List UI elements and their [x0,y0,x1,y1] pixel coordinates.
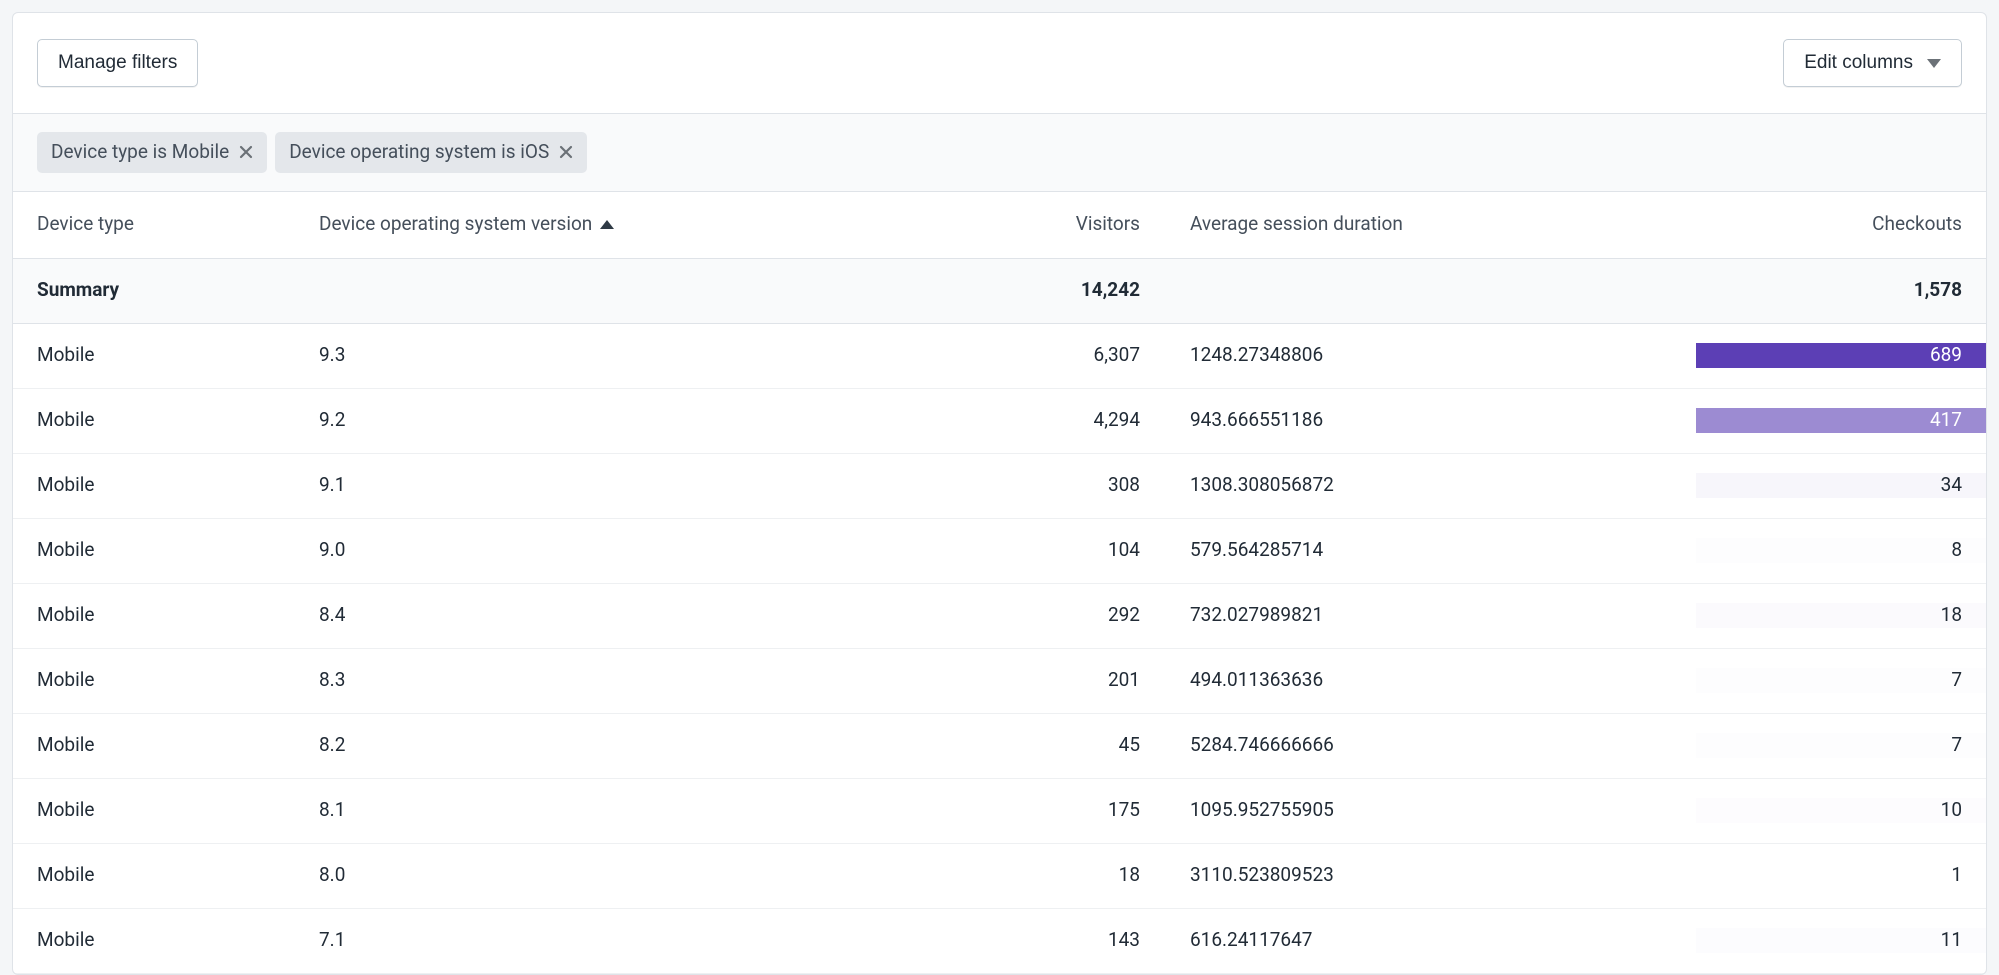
cell-device-type: Mobile [37,798,94,821]
heatmap-fill [1696,538,1986,563]
cell-checkouts: 8 [1951,538,1962,561]
cell-avg-duration: 1248.27348806 [1190,343,1323,366]
close-icon[interactable] [559,145,573,159]
button-label: Edit columns [1804,52,1913,74]
cell-checkouts: 11 [1941,928,1962,951]
cell-os-version: 9.0 [319,538,345,561]
summary-visitors: 14,242 [1081,278,1140,301]
report-card: Manage filters Edit columns Device type … [12,12,1987,975]
cell-device-type: Mobile [37,863,94,886]
column-header-label: Checkouts [1872,212,1962,237]
cell-os-version: 8.3 [319,668,345,691]
cell-visitors: 18 [1119,863,1140,886]
edit-columns-button[interactable]: Edit columns [1783,39,1962,87]
cell-os-version: 8.4 [319,603,345,626]
cell-checkouts: 7 [1951,733,1962,756]
heatmap-fill [1696,733,1986,758]
table-row[interactable]: Mobile 8.2 45 5284.746666666 7 [13,714,1986,779]
cell-visitors: 6,307 [1094,343,1140,366]
cell-device-type: Mobile [37,473,94,496]
column-header-label: Visitors [1076,212,1140,237]
cell-avg-duration: 494.011363636 [1190,668,1323,691]
cell-checkouts: 1 [1951,863,1962,886]
cell-device-type: Mobile [37,668,94,691]
cell-avg-duration: 579.564285714 [1190,538,1323,561]
table-row[interactable]: Mobile 8.3 201 494.011363636 7 [13,649,1986,714]
cell-visitors: 308 [1108,473,1140,496]
cell-avg-duration: 943.666551186 [1190,408,1323,431]
cell-device-type: Mobile [37,408,94,431]
table-row[interactable]: Mobile 9.2 4,294 943.666551186 417 [13,389,1986,454]
table-row[interactable]: Mobile 8.1 175 1095.952755905 10 [13,779,1986,844]
cell-checkouts: 10 [1941,798,1962,821]
table-row[interactable]: Mobile 9.0 104 579.564285714 8 [13,519,1986,584]
filter-chip[interactable]: Device operating system is iOS [275,132,587,173]
toolbar: Manage filters Edit columns [13,13,1986,114]
cell-device-type: Mobile [37,603,94,626]
column-header-visitors[interactable]: Visitors [992,212,1140,237]
cell-device-type: Mobile [37,733,94,756]
chevron-down-icon [1927,59,1941,68]
cell-avg-duration: 616.24117647 [1190,928,1312,951]
summary-label: Summary [37,278,119,301]
cell-avg-duration: 732.027989821 [1190,603,1323,626]
cell-checkouts: 18 [1941,603,1962,626]
cell-avg-duration: 5284.746666666 [1190,733,1334,756]
filter-chip[interactable]: Device type is Mobile [37,132,267,173]
cell-device-type: Mobile [37,538,94,561]
table-header-row: Device type Device operating system vers… [13,192,1986,259]
cell-avg-duration: 1095.952755905 [1190,798,1334,821]
cell-checkouts: 417 [1930,408,1962,431]
cell-visitors: 45 [1119,733,1140,756]
manage-filters-button[interactable]: Manage filters [37,39,198,87]
cell-checkouts: 34 [1941,473,1962,496]
heatmap-fill [1696,668,1986,693]
cell-avg-duration: 3110.523809523 [1190,863,1334,886]
column-header-label: Average session duration [1190,212,1403,237]
cell-visitors: 143 [1108,928,1140,951]
cell-os-version: 8.2 [319,733,345,756]
cell-visitors: 4,294 [1094,408,1140,431]
column-header-os-version[interactable]: Device operating system version [319,212,960,237]
column-header-checkouts[interactable]: Checkouts [1712,212,1962,237]
cell-visitors: 175 [1108,798,1140,821]
cell-os-version: 7.1 [319,928,345,951]
column-header-device-type[interactable]: Device type [37,212,287,237]
table-row[interactable]: Mobile 9.1 308 1308.308056872 34 [13,454,1986,519]
filter-chip-label: Device operating system is iOS [289,140,549,165]
column-header-label: Device operating system version [319,212,592,237]
cell-device-type: Mobile [37,343,94,366]
summary-checkouts: 1,578 [1914,278,1962,301]
cell-os-version: 9.1 [319,473,345,496]
close-icon[interactable] [239,145,253,159]
cell-os-version: 8.1 [319,798,345,821]
cell-device-type: Mobile [37,928,94,951]
active-filters: Device type is Mobile Device operating s… [13,114,1986,192]
table-row[interactable]: Mobile 8.0 18 3110.523809523 1 [13,844,1986,909]
column-header-avg-duration[interactable]: Average session duration [1190,212,1680,237]
cell-visitors: 104 [1108,538,1140,561]
cell-os-version: 9.2 [319,408,345,431]
table-row[interactable]: Mobile 9.3 6,307 1248.27348806 689 [13,324,1986,389]
report-table: Device type Device operating system vers… [13,192,1986,974]
button-label: Manage filters [58,52,177,74]
cell-os-version: 9.3 [319,343,345,366]
column-header-label: Device type [37,212,134,237]
heatmap-fill [1696,863,1986,888]
summary-row: Summary 14,242 1,578 [13,259,1986,324]
cell-checkouts: 689 [1930,343,1962,366]
cell-os-version: 8.0 [319,863,345,886]
cell-visitors: 201 [1108,668,1140,691]
filter-chip-label: Device type is Mobile [51,140,229,165]
table-row[interactable]: Mobile 7.1 143 616.24117647 11 [13,909,1986,974]
cell-checkouts: 7 [1951,668,1962,691]
cell-visitors: 292 [1108,603,1140,626]
table-row[interactable]: Mobile 8.4 292 732.027989821 18 [13,584,1986,649]
cell-avg-duration: 1308.308056872 [1190,473,1334,496]
sort-asc-icon [600,220,614,229]
